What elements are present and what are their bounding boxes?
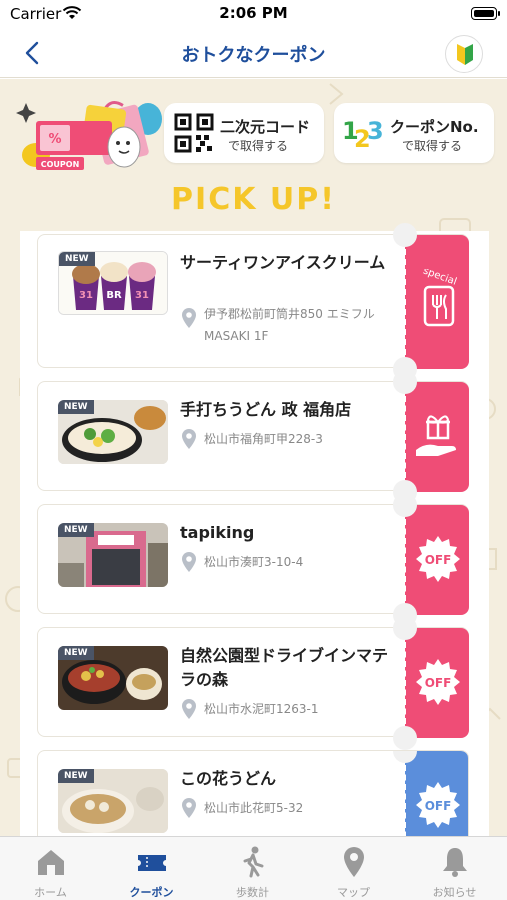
page-title: おトクなクーポン <box>181 45 326 66</box>
store-address: 松山市此花町5-32 <box>204 801 304 815</box>
cutlery-icon: special <box>422 269 459 327</box>
battery-icon <box>471 7 500 20</box>
coupon-card[interactable]: NEW 自然公園型ドライブインマテラの森 松山市水泥町1263-1 OFF <box>37 616 469 750</box>
coupon-hero-illustration: % COUPON <box>16 101 162 170</box>
new-badge: NEW <box>58 523 94 537</box>
new-badge: NEW <box>58 400 94 414</box>
pickup-heading: PICK UP! <box>171 182 336 217</box>
store-name: 手打ちうどん 政 福角店 <box>180 400 352 419</box>
store-address: 松山市水泥町1263-1 <box>204 702 319 716</box>
beginner-mark-icon <box>457 44 473 65</box>
coupon-card[interactable]: NEW 手打ちうどん 政 福角店 松山市福角町甲228-3 <box>37 370 469 504</box>
coupon-number-button-subtitle: で取得する <box>402 139 463 153</box>
location-pin-icon <box>182 798 196 818</box>
tab-map-label: マップ <box>337 886 370 899</box>
tab-pedometer-label: 歩数計 <box>236 886 269 899</box>
svg-text:31: 31 <box>79 290 93 301</box>
off-label: OFF <box>425 676 452 690</box>
coupon-card[interactable]: NEW この花うどん 松山市此花町5-32 OFF <box>37 750 469 836</box>
store-name: この花うどん <box>180 769 277 788</box>
store-address: 伊予郡松前町筒井850 エミフルMASAKI 1F <box>204 307 375 343</box>
store-name: 自然公園型ドライブインマテラの森 <box>180 646 389 689</box>
coupon-card[interactable]: 31 BR 31 NEW サーティワンアイスクリーム 伊予郡松前町筒井850 エ… <box>37 223 469 381</box>
coupon-number-button[interactable]: 1 2 3 クーポンNo. で取得する <box>334 103 494 163</box>
coupon-tab-off: OFF <box>393 616 469 750</box>
location-pin-icon <box>182 699 196 719</box>
new-badge: NEW <box>58 646 94 660</box>
status-bar: Carrier 2:06 PM <box>0 0 507 28</box>
coupon-card[interactable]: NEW tapiking 松山市湊町3-10-4 OFF <box>37 493 469 627</box>
tab-pedometer[interactable]: 歩数計 <box>202 837 303 900</box>
beginner-guide-button[interactable] <box>445 35 483 73</box>
new-badge: NEW <box>59 252 95 266</box>
svg-text:%: % <box>48 132 61 147</box>
coupon-hero-label: COUPON <box>41 160 80 169</box>
store-thumbnail: NEW <box>58 400 168 464</box>
bottom-tab-bar: ホーム クーポン 歩数計 マップ お知らせ <box>0 836 507 900</box>
location-pin-icon <box>182 552 196 572</box>
status-time: 2:06 PM <box>219 4 288 22</box>
gift-hand-icon <box>416 415 456 456</box>
tab-coupon[interactable]: クーポン <box>101 837 202 900</box>
coupon-tab-special: special <box>393 223 469 381</box>
tab-notifications-label: お知らせ <box>432 886 477 899</box>
off-label: OFF <box>425 799 452 813</box>
coupon-number-button-title: クーポンNo. <box>390 118 479 136</box>
coupon-tab-gift <box>393 370 469 504</box>
special-label: special <box>422 269 459 288</box>
store-thumbnail: 31 BR 31 NEW <box>58 251 168 315</box>
off-badge-icon: OFF <box>416 536 460 582</box>
location-pin-icon <box>182 308 196 328</box>
off-badge-icon: OFF <box>416 659 460 705</box>
svg-text:31: 31 <box>135 290 149 301</box>
location-pin-icon <box>182 429 196 449</box>
svg-text:3: 3 <box>367 117 384 145</box>
map-pin-icon <box>344 847 364 877</box>
walking-icon <box>243 846 264 878</box>
qr-code-button[interactable]: 二次元コード で取得する <box>164 103 324 163</box>
home-icon <box>38 850 64 875</box>
store-thumbnail: NEW <box>58 769 168 833</box>
off-badge-icon: OFF <box>416 782 460 828</box>
tab-map[interactable]: マップ <box>303 837 404 900</box>
tab-home[interactable]: ホーム <box>0 837 101 900</box>
store-thumbnail: NEW <box>58 646 168 710</box>
store-thumbnail: NEW <box>58 523 168 587</box>
number-123-icon: 1 2 3 <box>342 117 384 153</box>
svg-text:BR: BR <box>106 290 122 301</box>
ticket-icon <box>138 855 166 871</box>
store-name: tapiking <box>180 523 255 542</box>
qr-code-button-subtitle: で取得する <box>228 139 289 153</box>
tab-coupon-label: クーポン <box>129 886 174 899</box>
new-badge: NEW <box>58 769 94 783</box>
off-label: OFF <box>425 553 452 567</box>
coupon-tab-off: OFF <box>393 493 469 627</box>
tab-notifications[interactable]: お知らせ <box>404 837 505 900</box>
store-name: サーティワンアイスクリーム <box>180 253 386 272</box>
qr-code-button-title: 二次元コード <box>220 118 311 136</box>
qr-code-icon <box>174 113 214 153</box>
coupon-tab-off: OFF <box>393 751 468 836</box>
tab-home-label: ホーム <box>34 886 67 899</box>
navigation-bar: おトクなクーポン <box>0 28 507 78</box>
bell-icon <box>443 848 467 877</box>
store-address: 松山市湊町3-10-4 <box>204 555 304 569</box>
store-address: 松山市福角町甲228-3 <box>204 432 323 446</box>
